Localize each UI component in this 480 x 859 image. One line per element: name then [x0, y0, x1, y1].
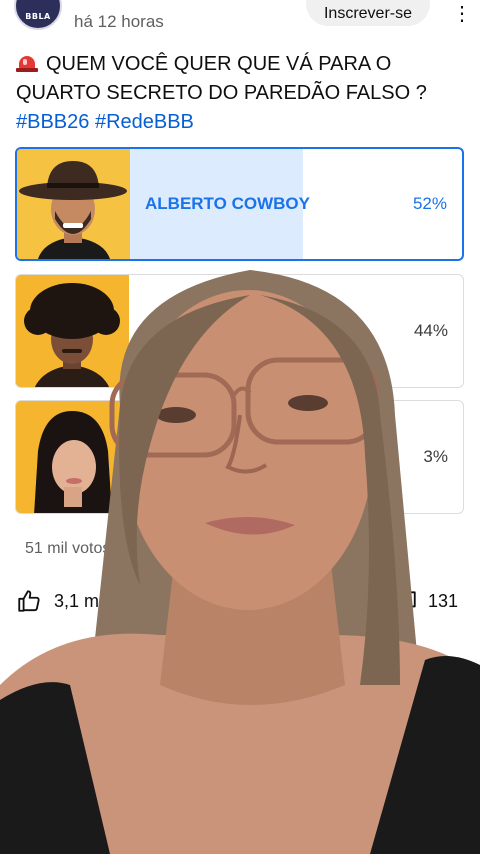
channel-badge-text: BBLA: [25, 12, 51, 21]
post-timestamp: há 12 horas: [74, 12, 164, 31]
poll-option-label: ALBERTO COWBOY: [145, 194, 310, 213]
presenter-video-overlay: [0, 255, 480, 854]
poll-option-percent: 52%: [412, 194, 447, 213]
kebab-menu-icon[interactable]: ⋮: [452, 4, 472, 26]
post-title: QUEM VOCÊ QUER QUE VÁ PARA O QUARTO SECR…: [16, 53, 427, 104]
subscribe-button[interactable]: Inscrever-se: [306, 0, 430, 26]
police-siren-icon: [16, 54, 38, 72]
post-header: BBLA há 12 horas Inscrever-se ⋮: [0, 0, 480, 40]
post-text: QUEM VOCÊ QUER QUE VÁ PARA O QUARTO SECR…: [16, 50, 466, 137]
poll-option-1[interactable]: ALBERTO COWBOY 52%: [15, 147, 464, 261]
post-hashtags[interactable]: #BBB26 #RedeBBB: [16, 111, 194, 133]
contestant-photo: [17, 149, 130, 259]
channel-avatar[interactable]: BBLA: [14, 0, 62, 30]
